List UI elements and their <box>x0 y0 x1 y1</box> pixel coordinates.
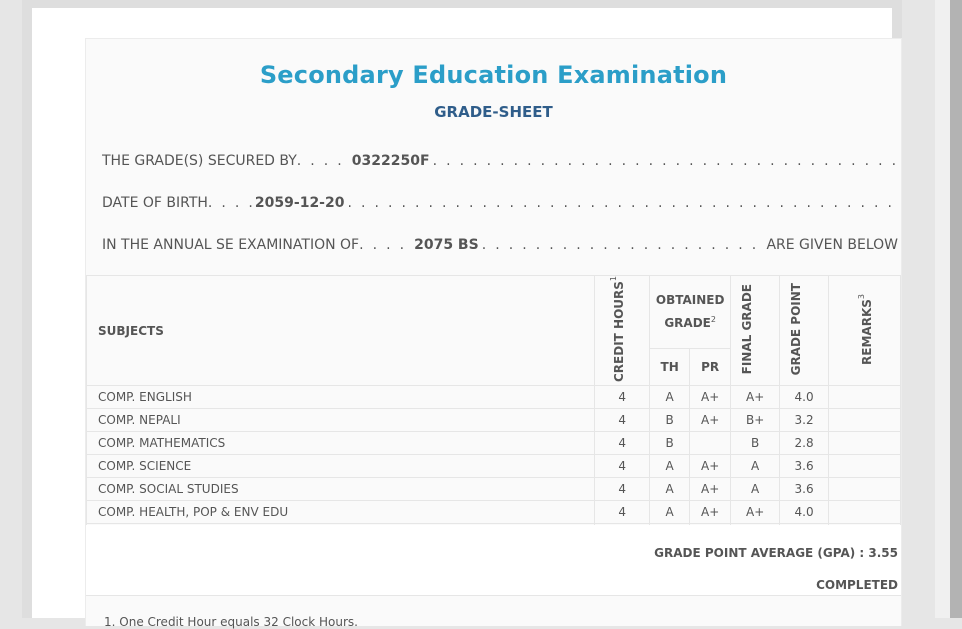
dob-line: DATE OF BIRTH . . . . . . . . . 2059-12-… <box>102 195 898 211</box>
grade-point-cell: 2.8 <box>779 431 830 455</box>
pr-grade-cell: A+ <box>689 500 732 524</box>
table-row: COMP. HEALTH, POP & ENV EDU 4 A A+ A+ 4.0 <box>85 500 901 524</box>
exam-suffix: ARE GIVEN BELOW <box>766 237 898 253</box>
content-panel: Secondary Education Examination GRADE-SH… <box>32 8 902 629</box>
header-th: TH <box>649 347 691 387</box>
pr-grade-cell: A+ <box>689 385 732 409</box>
symbol-number: 0322250F <box>351 153 430 169</box>
sheet-subtitle: GRADE-SHEET <box>434 103 553 121</box>
final-grade-cell: A <box>730 454 781 478</box>
pr-grade-cell: A+ <box>689 408 732 432</box>
remarks-cell <box>828 454 901 478</box>
pr-grade-cell <box>689 431 732 455</box>
pr-grade-cell: A+ <box>689 454 732 478</box>
gpa-text: GRADE POINT AVERAGE (GPA) : 3.55 <box>654 546 898 560</box>
credit-hours-cell: 4 <box>594 477 651 501</box>
secured-by-line: THE GRADE(S) SECURED BY . . . . . . . . … <box>102 153 898 169</box>
th-grade-cell: B <box>649 431 691 455</box>
remarks-cell <box>828 500 901 524</box>
subject-cell: COMP. MATHEMATICS <box>85 431 596 455</box>
final-grade-cell: B+ <box>730 408 781 432</box>
dob-value: 2059-12-20 <box>254 195 345 211</box>
grade-point-cell: 3.6 <box>779 477 830 501</box>
table-row: COMP. NEPALI 4 B A+ B+ 3.2 <box>85 408 901 432</box>
remarks-cell <box>828 477 901 501</box>
header-grade-point: GRADE POINT <box>779 275 830 386</box>
subject-cell: COMP. SCIENCE <box>85 454 596 478</box>
table-row: COMP. SCIENCE 4 A A+ A 3.6 <box>85 454 901 478</box>
header-pr: PR <box>689 347 732 387</box>
final-grade-cell: B <box>730 431 781 455</box>
th-grade-cell: A <box>649 385 691 409</box>
subject-cell: COMP. NEPALI <box>85 408 596 432</box>
exam-label: IN THE ANNUAL SE EXAMINATION OF <box>102 237 360 253</box>
grade-sheet: Secondary Education Examination GRADE-SH… <box>85 38 902 629</box>
header-obtained-grade: OBTAINED GRADE2 <box>649 275 732 349</box>
header-credit-hours: CREDIT HOURS1 <box>594 275 651 386</box>
exam-line: IN THE ANNUAL SE EXAMINATION OF . . . . … <box>102 237 898 253</box>
credit-hours-cell: 4 <box>594 431 651 455</box>
grade-point-cell: 3.6 <box>779 454 830 478</box>
exam-year: 2075 BS <box>414 237 479 253</box>
credit-hours-cell: 4 <box>594 500 651 524</box>
footnote-credit-hour: 1. One Credit Hour equals 32 Clock Hours… <box>104 615 358 629</box>
scrollbar-track[interactable] <box>935 0 950 618</box>
table-row: COMP. ENGLISH 4 A A+ A+ 4.0 <box>85 385 901 409</box>
subject-cell: COMP. SOCIAL STUDIES <box>85 477 596 501</box>
table-row: COMP. SOCIAL STUDIES 4 A A+ A 3.6 <box>85 477 901 501</box>
credit-hours-cell: 4 <box>594 385 651 409</box>
th-grade-cell: A <box>649 500 691 524</box>
dob-label: DATE OF BIRTH <box>102 195 208 211</box>
window-edge <box>950 0 962 618</box>
th-grade-cell: B <box>649 408 691 432</box>
pr-grade-cell: A+ <box>689 477 732 501</box>
th-grade-cell: A <box>649 477 691 501</box>
final-grade-cell: A+ <box>730 385 781 409</box>
gpa-section <box>86 525 901 595</box>
remarks-cell <box>828 431 901 455</box>
subject-cell: COMP. HEALTH, POP & ENV EDU <box>85 500 596 524</box>
divider <box>86 595 901 596</box>
credit-hours-cell: 4 <box>594 408 651 432</box>
credit-hours-cell: 4 <box>594 454 651 478</box>
grade-point-cell: 3.2 <box>779 408 830 432</box>
final-grade-cell: A+ <box>730 500 781 524</box>
grade-point-cell: 4.0 <box>779 385 830 409</box>
th-grade-cell: A <box>649 454 691 478</box>
subject-cell: COMP. ENGLISH <box>85 385 596 409</box>
table-row: COMP. MATHEMATICS 4 B B 2.8 <box>85 431 901 455</box>
grade-point-cell: 4.0 <box>779 500 830 524</box>
secured-by-label: THE GRADE(S) SECURED BY <box>102 153 297 169</box>
result-status: COMPLETED <box>816 578 898 592</box>
header-remarks: REMARKS3 <box>828 275 901 386</box>
final-grade-cell: A <box>730 477 781 501</box>
header-final-grade: FINAL GRADE <box>730 275 781 386</box>
remarks-cell <box>828 408 901 432</box>
header-subjects: SUBJECTS <box>85 275 596 386</box>
exam-title: Secondary Education Examination <box>259 61 728 89</box>
remarks-cell <box>828 385 901 409</box>
